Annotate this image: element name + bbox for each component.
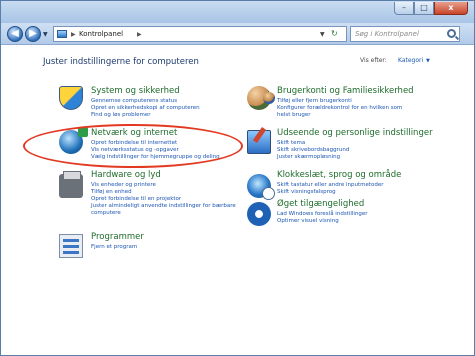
link-screen-resolution[interactable]: Juster skærmopløsning bbox=[277, 154, 340, 161]
link-troubleshoot[interactable]: Find og løs problemer bbox=[91, 112, 151, 119]
link-uninstall-program[interactable]: Fjern et program bbox=[91, 244, 137, 251]
link-display-language[interactable]: Skift visningsfalsprog bbox=[277, 189, 336, 196]
address-bar: ◀ ▶ ▼ ▶ Kontrolpanel ▶ ▼ ↻ Søg i Kontrol… bbox=[1, 23, 474, 45]
minimize-button[interactable]: – bbox=[394, 2, 414, 15]
printer-icon[interactable] bbox=[59, 171, 83, 198]
link-add-device[interactable]: Tilføj en enhed bbox=[91, 189, 132, 196]
link-add-remove-accounts[interactable]: Tilføj eller fjern brugerkonti bbox=[277, 98, 352, 105]
appearance-icon[interactable] bbox=[247, 130, 271, 154]
link-connect-internet[interactable]: Opret forbindelse til internettet bbox=[91, 140, 177, 147]
link-backup[interactable]: Opret en sikkerhedskopi af computeren bbox=[91, 105, 200, 112]
link-windows-suggest-settings[interactable]: Lad Windows foreslå indstillinger bbox=[277, 211, 368, 218]
category-title-hardware-sound[interactable]: Hardware og lyd bbox=[91, 170, 161, 180]
view-by-dropdown[interactable]: Kategori bbox=[398, 57, 423, 64]
window-controls: – □ x bbox=[394, 2, 468, 15]
clock-globe-icon[interactable] bbox=[247, 174, 275, 200]
category-title-appearance[interactable]: Udseende og personlige indstillinger bbox=[277, 128, 433, 138]
link-change-theme[interactable]: Skift tema bbox=[277, 140, 305, 147]
link-desktop-background[interactable]: Skift skrivebordsbaggrund bbox=[277, 147, 349, 154]
category-title-clock-language[interactable]: Klokkeslæt, sprog og område bbox=[277, 170, 401, 180]
view-by-chevron-down-icon[interactable]: ▼ bbox=[426, 58, 430, 64]
maximize-button[interactable]: □ bbox=[414, 2, 434, 15]
back-button[interactable]: ◀ bbox=[7, 26, 23, 42]
programs-icon[interactable] bbox=[59, 234, 83, 258]
link-keyboard-input[interactable]: Skift tastatur eller andre inputmetoder bbox=[277, 182, 384, 189]
page-title: Juster indstillingerne for computeren bbox=[43, 57, 199, 67]
category-title-network-internet[interactable]: Netværk og internet bbox=[91, 128, 177, 138]
address-history-chevron-down-icon[interactable]: ▼ bbox=[320, 31, 325, 38]
chevron-right-icon[interactable]: ▶ bbox=[71, 31, 76, 38]
refresh-icon[interactable]: ↻ bbox=[331, 29, 338, 38]
category-title-user-accounts[interactable]: Brugerkonti og Familiesikkerhed bbox=[277, 86, 414, 96]
chevron-right-icon[interactable]: ▶ bbox=[137, 31, 142, 38]
link-mobility-settings-cont[interactable]: computere bbox=[91, 210, 121, 217]
title-bar[interactable]: – □ x bbox=[1, 1, 474, 23]
link-review-status[interactable]: Gennemse computerens status bbox=[91, 98, 177, 105]
link-homegroup-sharing[interactable]: Vælg indstillinger for hjemmegruppe og d… bbox=[91, 154, 220, 161]
search-input[interactable]: Søg i Kontrolpanel bbox=[350, 26, 460, 42]
category-title-programs[interactable]: Programmer bbox=[91, 232, 144, 242]
link-mobility-settings[interactable]: Juster almindeligt anvendte indstillinge… bbox=[91, 203, 236, 210]
link-parental-controls-cont[interactable]: helst bruger bbox=[277, 112, 311, 119]
recent-pages-chevron-down-icon[interactable]: ▼ bbox=[43, 31, 48, 38]
link-devices-printers[interactable]: Vis enheder og printere bbox=[91, 182, 156, 189]
view-by-label: Vis efter: bbox=[360, 57, 387, 64]
shield-icon[interactable] bbox=[59, 86, 83, 110]
close-button[interactable]: x bbox=[434, 2, 468, 15]
link-optimize-display[interactable]: Optimer visuel visning bbox=[277, 218, 339, 225]
control-panel-window: – □ x ◀ ▶ ▼ ▶ Kontrolpanel ▶ ▼ ↻ Søg i K… bbox=[0, 0, 475, 356]
search-placeholder: Søg i Kontrolpanel bbox=[355, 30, 419, 38]
category-title-system-security[interactable]: System og sikkerhed bbox=[91, 86, 180, 96]
network-globe-icon[interactable] bbox=[59, 127, 88, 154]
forward-button[interactable]: ▶ bbox=[25, 26, 41, 42]
address-path-box[interactable]: ▶ Kontrolpanel ▶ ▼ ↻ bbox=[53, 26, 347, 42]
link-network-status[interactable]: Vis netværksstatus og -opgaver bbox=[91, 147, 179, 154]
control-panel-icon bbox=[57, 30, 67, 38]
ease-of-access-icon[interactable] bbox=[247, 202, 271, 226]
category-title-ease-of-access[interactable]: Øget tilgængelighed bbox=[277, 199, 364, 209]
users-icon[interactable] bbox=[247, 86, 275, 110]
link-connect-projector[interactable]: Opret forbindelse til en projektor bbox=[91, 196, 181, 203]
link-parental-controls[interactable]: Konfigurer forældrekontrol for en hvilke… bbox=[277, 105, 402, 112]
search-icon[interactable] bbox=[447, 29, 456, 38]
main-content: Juster indstillingerne for computeren Vi… bbox=[1, 46, 474, 355]
breadcrumb-control-panel[interactable]: Kontrolpanel bbox=[79, 30, 123, 38]
address-tail: ▼ ↻ bbox=[316, 27, 346, 41]
